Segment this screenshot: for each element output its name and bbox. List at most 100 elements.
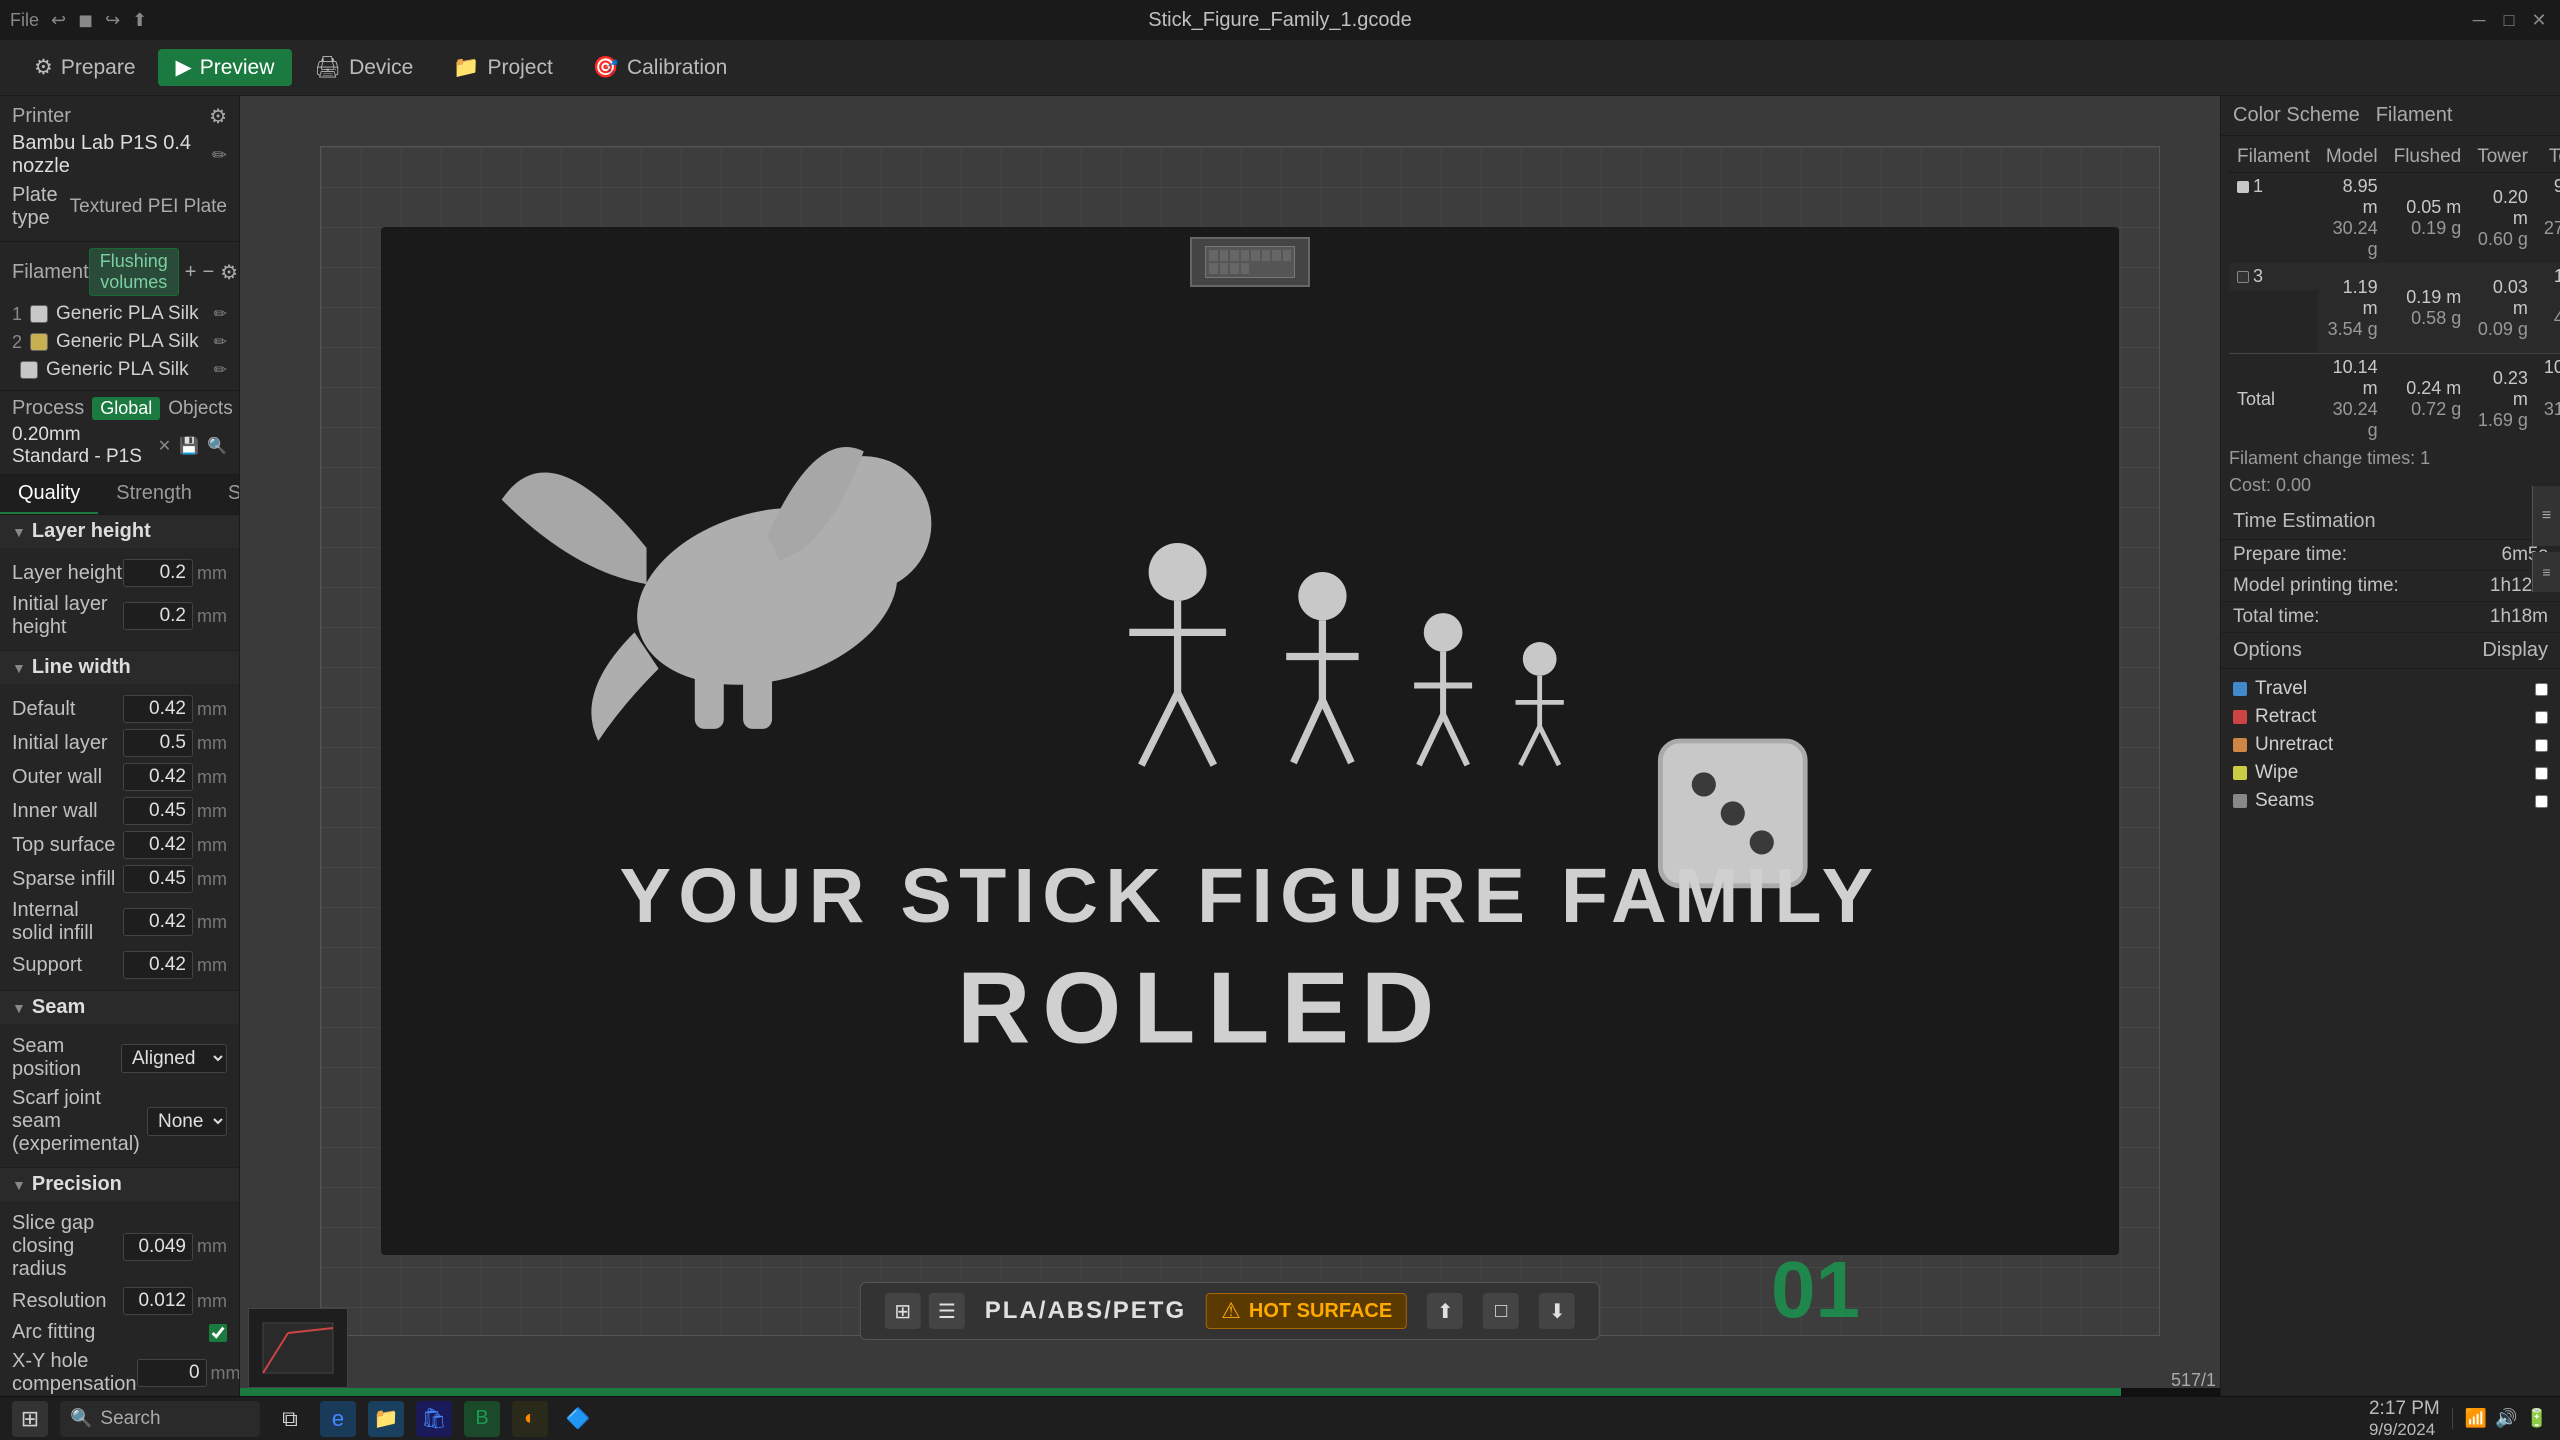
right-expand2-icon[interactable]: ≡ — [2532, 552, 2560, 592]
prepare-label: Prepare — [61, 56, 136, 80]
prepare-nav[interactable]: ⚙ Prepare — [16, 49, 154, 86]
lw-initial-input[interactable] — [123, 729, 193, 757]
filament-3-swatch[interactable] — [20, 361, 38, 379]
preview-nav[interactable]: ▶ Preview — [158, 49, 293, 86]
remove-filament-icon[interactable]: − — [202, 261, 214, 284]
filament-1-edit-icon[interactable]: ✏ — [214, 304, 227, 324]
store-icon[interactable]: 🛍 — [416, 1401, 452, 1437]
undo-btn[interactable]: ↩ — [51, 10, 66, 31]
lw-outer-input[interactable] — [123, 763, 193, 791]
titlebar-left: File ↩ ◼ ↪ ⬆ — [10, 10, 147, 31]
device-nav[interactable]: 🖨 Device — [296, 50, 431, 86]
initial-layer-height-input[interactable] — [123, 602, 193, 630]
calibration-nav[interactable]: 🎯 Calibration — [575, 50, 746, 86]
lw-sparse-input[interactable] — [123, 865, 193, 893]
explorer-logo: 📁 — [374, 1406, 399, 1431]
seam-header[interactable]: ▼ Seam — [0, 991, 239, 1024]
flushing-volumes-btn[interactable]: Flushing volumes — [89, 248, 179, 296]
slice-gap-input[interactable] — [123, 1233, 193, 1261]
explorer-icon[interactable]: 📁 — [368, 1401, 404, 1437]
retract-checkbox[interactable] — [2535, 711, 2548, 724]
profile-search-icon[interactable]: 🔍 — [207, 436, 227, 456]
xy-hole-input[interactable] — [137, 1359, 207, 1387]
lw-initial-label: Initial layer — [12, 732, 123, 755]
resolution-input[interactable] — [123, 1287, 193, 1315]
app-icon-2[interactable]: 🔷 — [560, 1401, 596, 1437]
lw-top-input[interactable] — [123, 831, 193, 859]
layer-height-header[interactable]: ▼ Layer height — [0, 515, 239, 548]
filament-1-name[interactable]: Generic PLA Silk — [56, 303, 206, 325]
line-width-section: Default mm Initial layer mm Outer wall m… — [0, 684, 239, 991]
line-width-header[interactable]: ▼ Line width — [0, 651, 239, 684]
seams-checkbox[interactable] — [2535, 795, 2548, 808]
project-nav[interactable]: 📁 Project — [435, 50, 571, 86]
minimize-btn[interactable]: ─ — [2468, 9, 2490, 31]
lw-default-input[interactable] — [123, 695, 193, 723]
printer-name[interactable]: Bambu Lab P1S 0.4 nozzle — [12, 132, 212, 178]
filament-2-edit-icon[interactable]: ✏ — [214, 332, 227, 352]
printer-config-icon[interactable]: ⚙ — [209, 104, 227, 129]
global-badge[interactable]: Global — [92, 397, 160, 420]
task-view-btn[interactable]: ⧉ — [272, 1401, 308, 1437]
browser-icon[interactable]: e — [320, 1401, 356, 1437]
tab-quality[interactable]: Quality — [0, 475, 98, 514]
volume-icon[interactable]: 🔊 — [2495, 1408, 2517, 1429]
profile-name[interactable]: 0.20mm Standard - P1S — [12, 424, 150, 468]
save-btn[interactable]: ◼ — [78, 10, 93, 31]
layer-height-unit: mm — [197, 563, 227, 584]
settings1-icon-btn[interactable]: ⬆ — [1427, 1293, 1463, 1329]
filament-2-swatch[interactable] — [30, 333, 48, 351]
tab-strength[interactable]: Strength — [98, 475, 210, 514]
add-filament-icon[interactable]: + — [185, 261, 197, 284]
search-taskbar-btn[interactable]: 🔍 Search — [60, 1401, 260, 1437]
objects-label[interactable]: Objects — [168, 398, 232, 420]
seam-position-select[interactable]: Aligned Nearest Random — [121, 1044, 227, 1073]
redo-btn[interactable]: ↪ — [105, 10, 120, 31]
tab-speed[interactable]: Speed — [210, 475, 240, 514]
filament-2-name[interactable]: Generic PLA Silk — [56, 331, 206, 353]
precision-header[interactable]: ▼ Precision — [0, 1168, 239, 1201]
project-label: Project — [487, 56, 552, 80]
file-menu[interactable]: File — [10, 10, 39, 31]
lw-inner-input[interactable] — [123, 797, 193, 825]
export-btn[interactable]: ⬆ — [132, 10, 147, 31]
bambu-icon[interactable]: B — [464, 1401, 500, 1437]
row1-tower: 0.20 m0.60 g — [2469, 173, 2536, 264]
right-expand-icon[interactable]: ≡ — [2532, 486, 2560, 546]
profile-delete-icon[interactable]: ✕ — [158, 436, 171, 456]
windows-start-btn[interactable]: ⊞ — [12, 1401, 48, 1437]
legend-travel: Travel — [2233, 675, 2548, 703]
lw-support-input[interactable] — [123, 951, 193, 979]
arc-fitting-checkbox[interactable] — [209, 1324, 227, 1342]
lw-internal-input[interactable] — [123, 908, 193, 936]
filament-3-edit-icon[interactable]: ✏ — [214, 360, 227, 380]
filament-3-name[interactable]: Generic PLA Silk — [46, 359, 206, 381]
battery-icon[interactable]: 🔋 — [2526, 1408, 2548, 1429]
filament-1-swatch[interactable] — [30, 305, 48, 323]
close-btn[interactable]: ✕ — [2528, 9, 2550, 31]
unretract-checkbox[interactable] — [2535, 739, 2548, 752]
printer-label: Printer — [12, 105, 71, 128]
layer-height-input[interactable] — [123, 559, 193, 587]
maximize-btn[interactable]: □ — [2498, 9, 2520, 31]
toolbar: ⚙ Prepare ▶ Preview 🖨 Device 📁 Project 🎯… — [0, 40, 2560, 96]
settings3-icon-btn[interactable]: ⬇ — [1539, 1293, 1575, 1329]
travel-checkbox[interactable] — [2535, 683, 2548, 696]
color-scheme-label[interactable]: Color Scheme — [2233, 104, 2360, 127]
filament-warning-bar: ⊞ ☰ PLA/ABS/PETG ⚠ HOT SURFACE ⬆ □ ⬇ — [860, 1282, 1600, 1340]
settings2-icon-btn[interactable]: □ — [1483, 1293, 1519, 1329]
plate-type-value[interactable]: Textured PEI Plate — [70, 196, 227, 218]
filament-settings-icon[interactable]: ⚙ — [220, 260, 238, 285]
wipe-checkbox[interactable] — [2535, 767, 2548, 780]
network-icon[interactable]: 📶 — [2465, 1408, 2487, 1429]
lw-top-label: Top surface — [12, 834, 123, 857]
scarf-select[interactable]: None — [147, 1107, 227, 1136]
lw-internal-label: Internal solid infill — [12, 899, 123, 945]
profile-save-icon[interactable]: 💾 — [179, 436, 199, 456]
grid-icon-btn[interactable]: ⊞ — [885, 1293, 921, 1329]
slice-gap-row: Slice gap closing radius mm — [12, 1209, 227, 1284]
blender-icon[interactable]: ◐ — [512, 1401, 548, 1437]
filament-tab-label[interactable]: Filament — [2376, 104, 2453, 127]
list-icon-btn[interactable]: ☰ — [929, 1293, 965, 1329]
printer-edit-icon[interactable]: ✏ — [212, 145, 227, 166]
